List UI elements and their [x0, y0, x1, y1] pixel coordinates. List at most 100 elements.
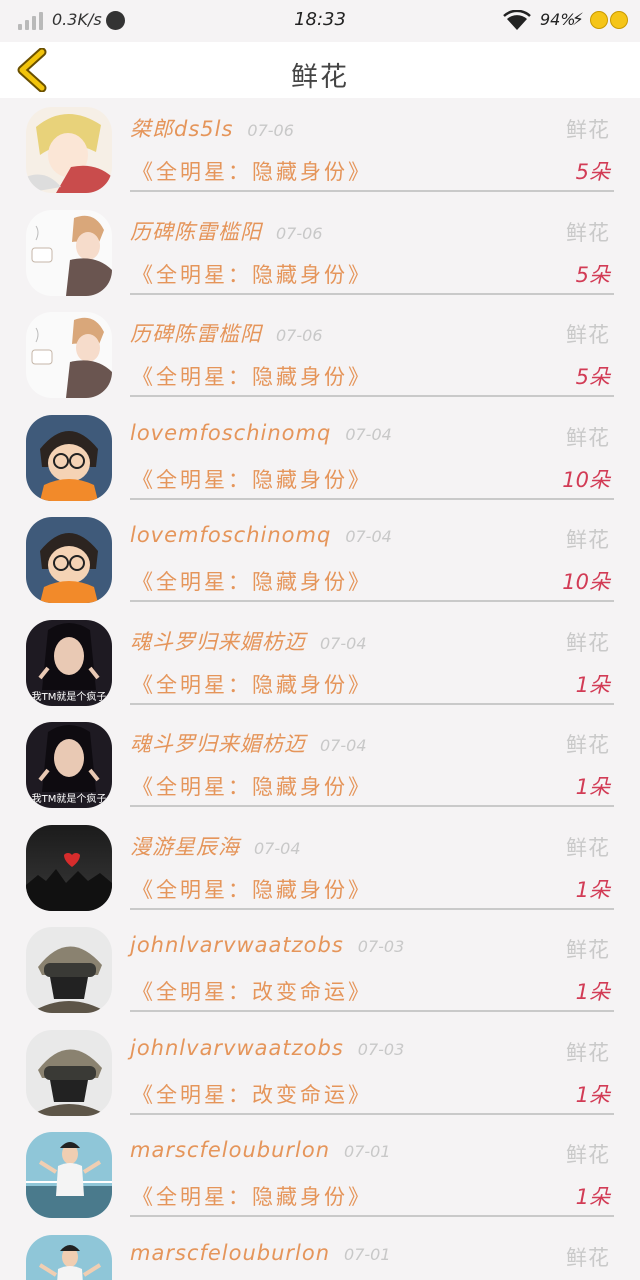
book-title[interactable]: 《全明星：隐藏身份》	[132, 771, 372, 801]
avatar[interactable]	[26, 312, 112, 398]
gift-type: 鲜花	[566, 220, 610, 245]
user-name-text: lovemfoschinomq	[130, 420, 332, 445]
flower-count: 1朵	[575, 1185, 610, 1209]
gift-type: 鲜花	[566, 1143, 610, 1167]
gift-record-row[interactable]: marscfelouburlon 07-01 鲜花 《全明星：隐藏身份》 1朵	[0, 1125, 640, 1228]
avatar[interactable]	[26, 517, 112, 603]
book-title[interactable]: 《全明星：隐藏身份》	[132, 156, 372, 186]
svg-text:我TM就是个疯子: 我TM就是个疯子	[32, 792, 107, 805]
flower-count: 1朵	[575, 775, 610, 799]
user-name-text: marscfelouburlon	[130, 1240, 331, 1265]
user-name: 桀郎ds5ls 07-06	[130, 113, 294, 143]
book-title[interactable]: 《全明星：隐藏身份》	[132, 259, 372, 289]
gift-date: 07-06	[276, 326, 323, 345]
gift-date: 07-06	[276, 223, 323, 243]
flower-count: 1朵	[575, 980, 610, 1004]
avatar[interactable]	[26, 414, 112, 501]
charging-icon: ⚡	[572, 10, 584, 30]
gift-type: 鲜花	[566, 630, 610, 655]
avatar[interactable]	[26, 209, 112, 296]
user-name: 历碑陈雷槛阳 07-06	[130, 216, 323, 246]
avatar[interactable]	[26, 1234, 112, 1280]
flower-count: 1朵	[575, 672, 610, 697]
gift-type: 鲜花	[566, 323, 610, 347]
gift-date: 07-06	[247, 121, 294, 140]
gift-date: 07-04	[254, 838, 301, 858]
divider	[130, 907, 614, 910]
gift-type: 鲜花	[566, 733, 610, 757]
avatar[interactable]	[26, 1132, 112, 1218]
gift-record-row[interactable]: 我TM就是个疯子 魂斗罗归来媚枋迈 07-04 鲜花 《全明星：隐藏身份》 1朵	[0, 613, 640, 716]
book-title[interactable]: 《全明星：隐藏身份》	[132, 874, 372, 904]
book-title[interactable]: 《全明星：隐藏身份》	[132, 669, 372, 699]
gift-date: 07-03	[357, 937, 405, 956]
gift-date: 07-01	[344, 1142, 391, 1161]
gift-date: 07-04	[345, 527, 392, 546]
gift-type: 鲜花	[566, 835, 610, 860]
divider	[130, 395, 614, 397]
user-name-text: lovemfoschinomq	[130, 523, 332, 547]
user-name-text: 漫游星辰海	[130, 834, 240, 859]
user-name: 历碑陈雷槛阳 07-06	[130, 318, 323, 348]
user-name-text: 历碑陈雷槛阳	[130, 219, 262, 244]
gift-record-row[interactable]: marscfelouburlon 07-01 鲜花	[0, 1228, 640, 1280]
user-name: johnlvarvwaatzobs 07-03	[130, 1036, 404, 1060]
gift-type: 鲜花	[566, 118, 610, 142]
chick-icon	[590, 11, 608, 29]
gift-type: 鲜花	[566, 1040, 610, 1065]
gift-record-row[interactable]: 历碑陈雷槛阳 07-06 鲜花 《全明星：隐藏身份》 5朵	[0, 203, 640, 306]
divider	[130, 1215, 614, 1217]
gift-type: 鲜花	[566, 528, 610, 552]
divider	[130, 292, 614, 295]
book-title[interactable]: 《全明星：改变命运》	[132, 1079, 372, 1109]
gift-record-row[interactable]: 桀郎ds5ls 07-06 鲜花 《全明星：隐藏身份》 5朵	[0, 100, 640, 203]
nav-header: 鲜花	[0, 42, 640, 98]
user-name: 魂斗罗归来媚枋迈 07-04	[130, 626, 367, 656]
user-name: marscfelouburlon 07-01	[130, 1241, 391, 1265]
chick-icon	[610, 11, 628, 29]
user-name-text: 历碑陈雷槛阳	[130, 322, 262, 346]
avatar[interactable]: 我TM就是个疯子	[26, 722, 112, 808]
user-name: 魂斗罗归来媚枋迈 07-04	[130, 728, 367, 758]
gift-date: 07-04	[320, 633, 367, 653]
user-name-text: 桀郎ds5ls	[130, 117, 234, 141]
avatar[interactable]	[26, 927, 112, 1013]
gift-record-row[interactable]: 历碑陈雷槛阳 07-06 鲜花 《全明星：隐藏身份》 5朵	[0, 305, 640, 408]
user-name-text: 魂斗罗归来媚枋迈	[130, 732, 306, 756]
avatar[interactable]: 我TM就是个疯子	[26, 619, 112, 706]
avatar[interactable]	[26, 107, 112, 193]
gift-type: 鲜花	[566, 425, 610, 450]
book-title[interactable]: 《全明星：改变命运》	[132, 976, 372, 1006]
book-title[interactable]: 《全明星：隐藏身份》	[132, 566, 372, 596]
gift-date: 07-04	[320, 736, 367, 755]
user-name: 漫游星辰海 07-04	[130, 831, 301, 861]
page-title: 鲜花	[291, 62, 349, 93]
gift-record-row[interactable]: johnlvarvwaatzobs 07-03 鲜花 《全明星：改变命运》 1朵	[0, 920, 640, 1023]
flower-count: 5朵	[575, 160, 610, 184]
flower-count: 5朵	[575, 365, 610, 389]
battery-level: 94%	[540, 10, 576, 29]
divider	[130, 190, 614, 192]
gift-record-row[interactable]: lovemfoschinomq 07-04 鲜花 《全明星：隐藏身份》 10朵	[0, 510, 640, 613]
flower-count: 5朵	[575, 262, 610, 287]
book-title[interactable]: 《全明星：隐藏身份》	[132, 1181, 372, 1211]
divider	[130, 600, 614, 602]
gift-date: 07-04	[345, 424, 392, 444]
flower-count: 1朵	[575, 1082, 610, 1107]
user-name-text: marscfelouburlon	[130, 1138, 331, 1162]
user-name-text: johnlvarvwaatzobs	[130, 1035, 344, 1060]
gift-date: 07-03	[357, 1039, 405, 1059]
gift-record-row[interactable]: 漫游星辰海 07-04 鲜花 《全明星：隐藏身份》 1朵	[0, 818, 640, 921]
avatar[interactable]	[26, 1029, 112, 1116]
gift-record-row[interactable]: 我TM就是个疯子 魂斗罗归来媚枋迈 07-04 鲜花 《全明星：隐藏身份》 1朵	[0, 715, 640, 818]
avatar[interactable]	[26, 824, 112, 911]
flower-count: 1朵	[575, 877, 610, 902]
book-title[interactable]: 《全明星：隐藏身份》	[132, 361, 372, 391]
gift-type: 鲜花	[566, 1245, 610, 1270]
book-title[interactable]: 《全明星：隐藏身份》	[132, 464, 372, 494]
gift-record-row[interactable]: johnlvarvwaatzobs 07-03 鲜花 《全明星：改变命运》 1朵	[0, 1023, 640, 1126]
user-name: marscfelouburlon 07-01	[130, 1138, 391, 1162]
gift-record-list[interactable]: 桀郎ds5ls 07-06 鲜花 《全明星：隐藏身份》 5朵 历碑陈雷槛阳 07-0…	[0, 100, 640, 1280]
divider	[130, 1010, 614, 1012]
gift-record-row[interactable]: lovemfoschinomq 07-04 鲜花 《全明星：隐藏身份》 10朵	[0, 408, 640, 511]
